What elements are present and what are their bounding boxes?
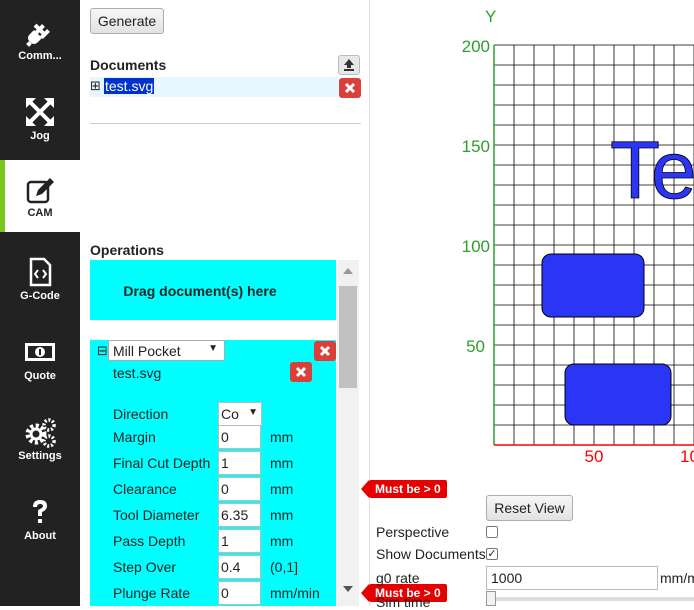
- x-tick-label: 50: [585, 447, 604, 466]
- upload-icon: [344, 59, 354, 71]
- x-tick-label: 10: [680, 447, 694, 466]
- y-tick-label: 150: [462, 137, 490, 156]
- y-axis-title: Y: [485, 7, 496, 26]
- code-file-icon: [29, 257, 52, 287]
- nav-item-gcode[interactable]: G-Code: [0, 240, 80, 320]
- margin-unit: mm: [270, 429, 294, 445]
- operations-scrollbar[interactable]: [337, 260, 359, 606]
- document-rect-shape[interactable]: [564, 363, 672, 426]
- sim-time-slider[interactable]: [486, 597, 694, 601]
- plunge-rate-label: Plunge Rate: [113, 585, 191, 601]
- document-name[interactable]: test.svg: [104, 78, 155, 94]
- y-tick-label: 200: [462, 37, 490, 56]
- workspace-view[interactable]: Y 200 150 100 50 50 10 Te: [370, 0, 694, 490]
- document-text-shape[interactable]: Te: [610, 125, 694, 217]
- chevron-down-icon: ▼: [248, 407, 258, 418]
- cam-panel: Generate Documents ⊞ test.svg Operations…: [80, 0, 370, 606]
- clearance-input[interactable]: 0: [218, 477, 261, 501]
- show-documents-checkbox[interactable]: ✓: [486, 548, 498, 560]
- operations-list[interactable]: Drag document(s) here ⊟ Mill Pocket ▼ te…: [90, 260, 362, 606]
- operation-type-select[interactable]: Mill Pocket ▼: [108, 340, 225, 361]
- pass-depth-input[interactable]: 1: [218, 529, 261, 553]
- nav-item-label: Jog: [30, 130, 50, 142]
- close-icon: [295, 366, 307, 378]
- nav-item-label: G-Code: [20, 290, 60, 302]
- delete-operation-button[interactable]: [314, 341, 336, 361]
- g0-rate-label: g0 rate: [376, 570, 420, 586]
- y-tick-label: 100: [462, 237, 490, 256]
- expand-icon[interactable]: ⊞: [90, 78, 101, 94]
- nav-item-label: Comm...: [18, 50, 62, 62]
- pass-depth-unit: mm: [270, 533, 294, 549]
- question-icon: [33, 500, 47, 523]
- sim-time-label: Sim time: [376, 594, 431, 610]
- close-icon: [344, 82, 356, 94]
- operations-title: Operations: [90, 242, 164, 258]
- upload-button[interactable]: [338, 55, 360, 75]
- step-over-label: Step Over: [113, 559, 177, 575]
- operation-document: test.svg: [113, 365, 162, 381]
- nav-item-label: About: [24, 530, 56, 542]
- plunge-rate-input[interactable]: 0: [218, 581, 261, 605]
- perspective-label: Perspective: [376, 524, 450, 540]
- divider: [90, 123, 361, 124]
- pass-depth-label: Pass Depth: [113, 533, 186, 549]
- tool-diameter-label: Tool Diameter: [113, 507, 200, 523]
- delete-document-button[interactable]: [339, 78, 361, 98]
- nav-item-settings[interactable]: Settings: [0, 400, 80, 480]
- remove-document-button[interactable]: [290, 362, 312, 382]
- main-nav: Comm... Jog CAM G-Code Quote Settings Ab…: [0, 0, 80, 606]
- margin-input[interactable]: 0: [218, 425, 261, 449]
- final-cut-depth-unit: mm: [270, 455, 294, 471]
- operation-card: ⊟ Mill Pocket ▼ test.svg Direction Co ▼: [90, 340, 336, 606]
- direction-select[interactable]: Co ▼: [218, 402, 262, 426]
- drop-zone-text: Drag document(s) here: [123, 283, 277, 299]
- plug-icon: [26, 23, 50, 47]
- step-over-input[interactable]: 0.4: [218, 555, 261, 579]
- scroll-up-icon[interactable]: [343, 268, 353, 274]
- perspective-checkbox[interactable]: [486, 526, 498, 538]
- close-icon: [319, 345, 331, 357]
- y-tick-label: 50: [466, 337, 485, 356]
- document-rect-shape[interactable]: [541, 253, 645, 318]
- scroll-down-icon[interactable]: [343, 586, 353, 592]
- nav-item-label: Settings: [18, 450, 62, 462]
- slider-handle[interactable]: [486, 591, 496, 606]
- collapse-icon[interactable]: ⊟: [97, 343, 108, 359]
- documents-title: Documents: [90, 57, 167, 73]
- nav-item-comms[interactable]: Comm...: [0, 0, 80, 80]
- operation-type-value: Mill Pocket: [113, 343, 181, 359]
- nav-item-label: CAM: [27, 207, 53, 219]
- step-over-unit: (0,1]: [270, 559, 299, 575]
- g0-rate-unit: mm/m: [660, 570, 694, 586]
- g0-rate-input[interactable]: 1000: [486, 566, 658, 590]
- clearance-label: Clearance: [113, 481, 177, 497]
- direction-value: Co: [221, 406, 239, 422]
- chevron-down-icon: ▼: [208, 343, 218, 354]
- final-cut-depth-input[interactable]: 1: [218, 451, 261, 475]
- nav-item-quote[interactable]: Quote: [0, 320, 80, 400]
- tool-diameter-input[interactable]: 6.35: [218, 503, 261, 527]
- direction-label: Direction: [113, 406, 169, 422]
- nav-item-jog[interactable]: Jog: [0, 80, 80, 160]
- gears-icon: [25, 418, 56, 448]
- clearance-unit: mm: [270, 481, 294, 497]
- plunge-rate-unit: mm/min: [270, 585, 320, 601]
- money-icon: [25, 343, 55, 361]
- nav-item-label: Quote: [24, 370, 56, 382]
- generate-button[interactable]: Generate: [90, 8, 164, 34]
- document-drop-zone[interactable]: Drag document(s) here: [90, 260, 336, 320]
- error-badge: Must be > 0: [361, 480, 447, 498]
- scroll-thumb[interactable]: [339, 286, 357, 388]
- tool-diameter-unit: mm: [270, 507, 294, 523]
- nav-item-cam[interactable]: CAM: [0, 160, 80, 232]
- move-arrows-icon: [26, 98, 54, 126]
- nav-item-about[interactable]: About: [0, 480, 80, 560]
- final-cut-depth-label: Final Cut Depth: [113, 455, 211, 471]
- document-row[interactable]: ⊞ test.svg: [90, 77, 338, 97]
- show-documents-label: Show Documents: [376, 546, 486, 562]
- margin-label: Margin: [113, 429, 156, 445]
- edit-pencil-icon: [26, 178, 54, 204]
- reset-view-button[interactable]: Reset View: [486, 495, 573, 521]
